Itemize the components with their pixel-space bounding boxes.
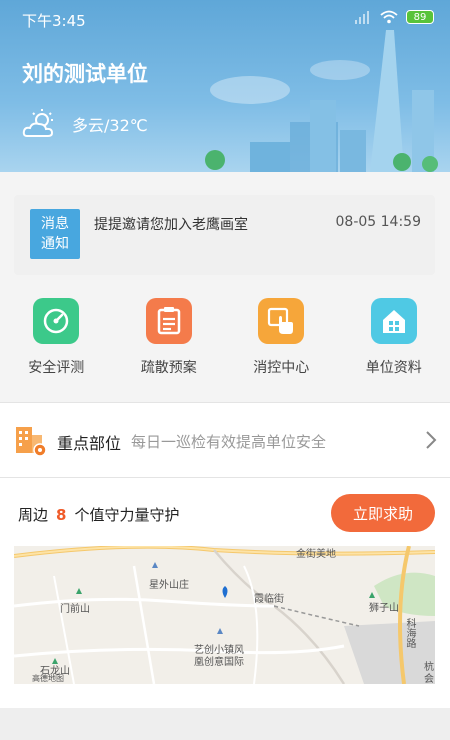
action-safety-evaluation[interactable]: 安全评测 xyxy=(0,298,113,388)
nearby-count: 8 xyxy=(56,506,67,524)
notice-message: 提提邀请您加入老鹰画室 xyxy=(94,217,248,233)
map-view[interactable]: 金街美地 星外山庄 霞临街 门前山 狮子山 艺创小镇风 凰创意国际 石龙山 高德… xyxy=(14,546,435,684)
building-alarm-icon xyxy=(16,427,47,457)
map-label: 会 xyxy=(424,674,434,684)
notice-badge-line1: 消息 xyxy=(41,216,69,232)
header-banner: 下午3:45 89 刘的测试单位 多云/32℃ xyxy=(0,0,450,172)
nearby-section: 周边 8 个值守力量守护 立即求助 金街美地 星外山庄 霞临街 门前山 狮子山 … xyxy=(0,478,450,708)
map-label: 凰创意国际 xyxy=(194,657,244,668)
chevron-right-icon xyxy=(426,431,437,449)
status-time: 下午3:45 xyxy=(22,12,86,30)
notice-badge-line2: 通知 xyxy=(41,236,69,252)
action-label: 单位资料 xyxy=(365,360,422,376)
map-label: 狮子山 xyxy=(369,603,399,614)
status-bar: 下午3:45 89 xyxy=(0,0,450,38)
gauge-icon xyxy=(33,298,80,344)
touch-icon xyxy=(258,298,305,344)
wifi-icon xyxy=(380,10,398,24)
unit-name: 刘的测试单位 xyxy=(22,62,148,86)
weather-text: 多云/32℃ xyxy=(72,116,148,135)
map-label: 金街美地 xyxy=(296,549,336,560)
home-icon xyxy=(370,298,417,344)
battery-icon: 89 xyxy=(406,10,434,24)
nearby-guard-text: 周边 8 个值守力量守护 xyxy=(18,504,179,525)
key-area-row[interactable]: 重点部位 每日一巡检有效提高单位安全 xyxy=(0,403,450,477)
map-label: 门前山 xyxy=(60,604,90,615)
bottom-area xyxy=(0,708,450,740)
nearby-suffix: 个值守力量守护 xyxy=(74,506,180,524)
map-attribution: 高德地图 xyxy=(32,674,64,683)
action-fire-control-center[interactable]: 消控中心 xyxy=(225,298,338,388)
action-label: 消控中心 xyxy=(253,360,310,376)
quick-actions: 安全评测 疏散预案 消控中心 单位资料 xyxy=(0,298,450,388)
action-label: 安全评测 xyxy=(28,360,85,376)
key-area-description: 每日一巡检有效提高单位安全 xyxy=(131,433,327,451)
app-screen: 下午3:45 89 刘的测试单位 多云/32℃ 消息 通知 提提邀请您加入老鹰画… xyxy=(0,0,450,740)
map-label: 科海路 xyxy=(404,618,415,648)
weather-info: 多云/32℃ xyxy=(22,108,148,140)
key-area-title: 重点部位 xyxy=(57,434,122,453)
status-icons: 89 xyxy=(354,10,434,24)
notice-badge: 消息 通知 xyxy=(30,209,80,259)
nearby-prefix: 周边 xyxy=(18,506,49,524)
document-icon xyxy=(145,298,192,344)
action-label: 疏散预案 xyxy=(140,360,197,376)
signal-icon xyxy=(355,11,369,24)
notice-card[interactable]: 消息 通知 提提邀请您加入老鹰画室 08-05 14:59 xyxy=(14,195,435,275)
city-skyline-illustration xyxy=(205,30,438,172)
map-label: 星外山庄 xyxy=(149,580,189,591)
action-evacuation-plan[interactable]: 疏散预案 xyxy=(113,298,226,388)
action-unit-profile[interactable]: 单位资料 xyxy=(338,298,450,388)
notice-time: 08-05 14:59 xyxy=(335,214,421,230)
help-button[interactable]: 立即求助 xyxy=(331,494,435,532)
cloudy-weather-icon xyxy=(22,109,54,137)
map-label: 霞临街 xyxy=(254,594,284,605)
